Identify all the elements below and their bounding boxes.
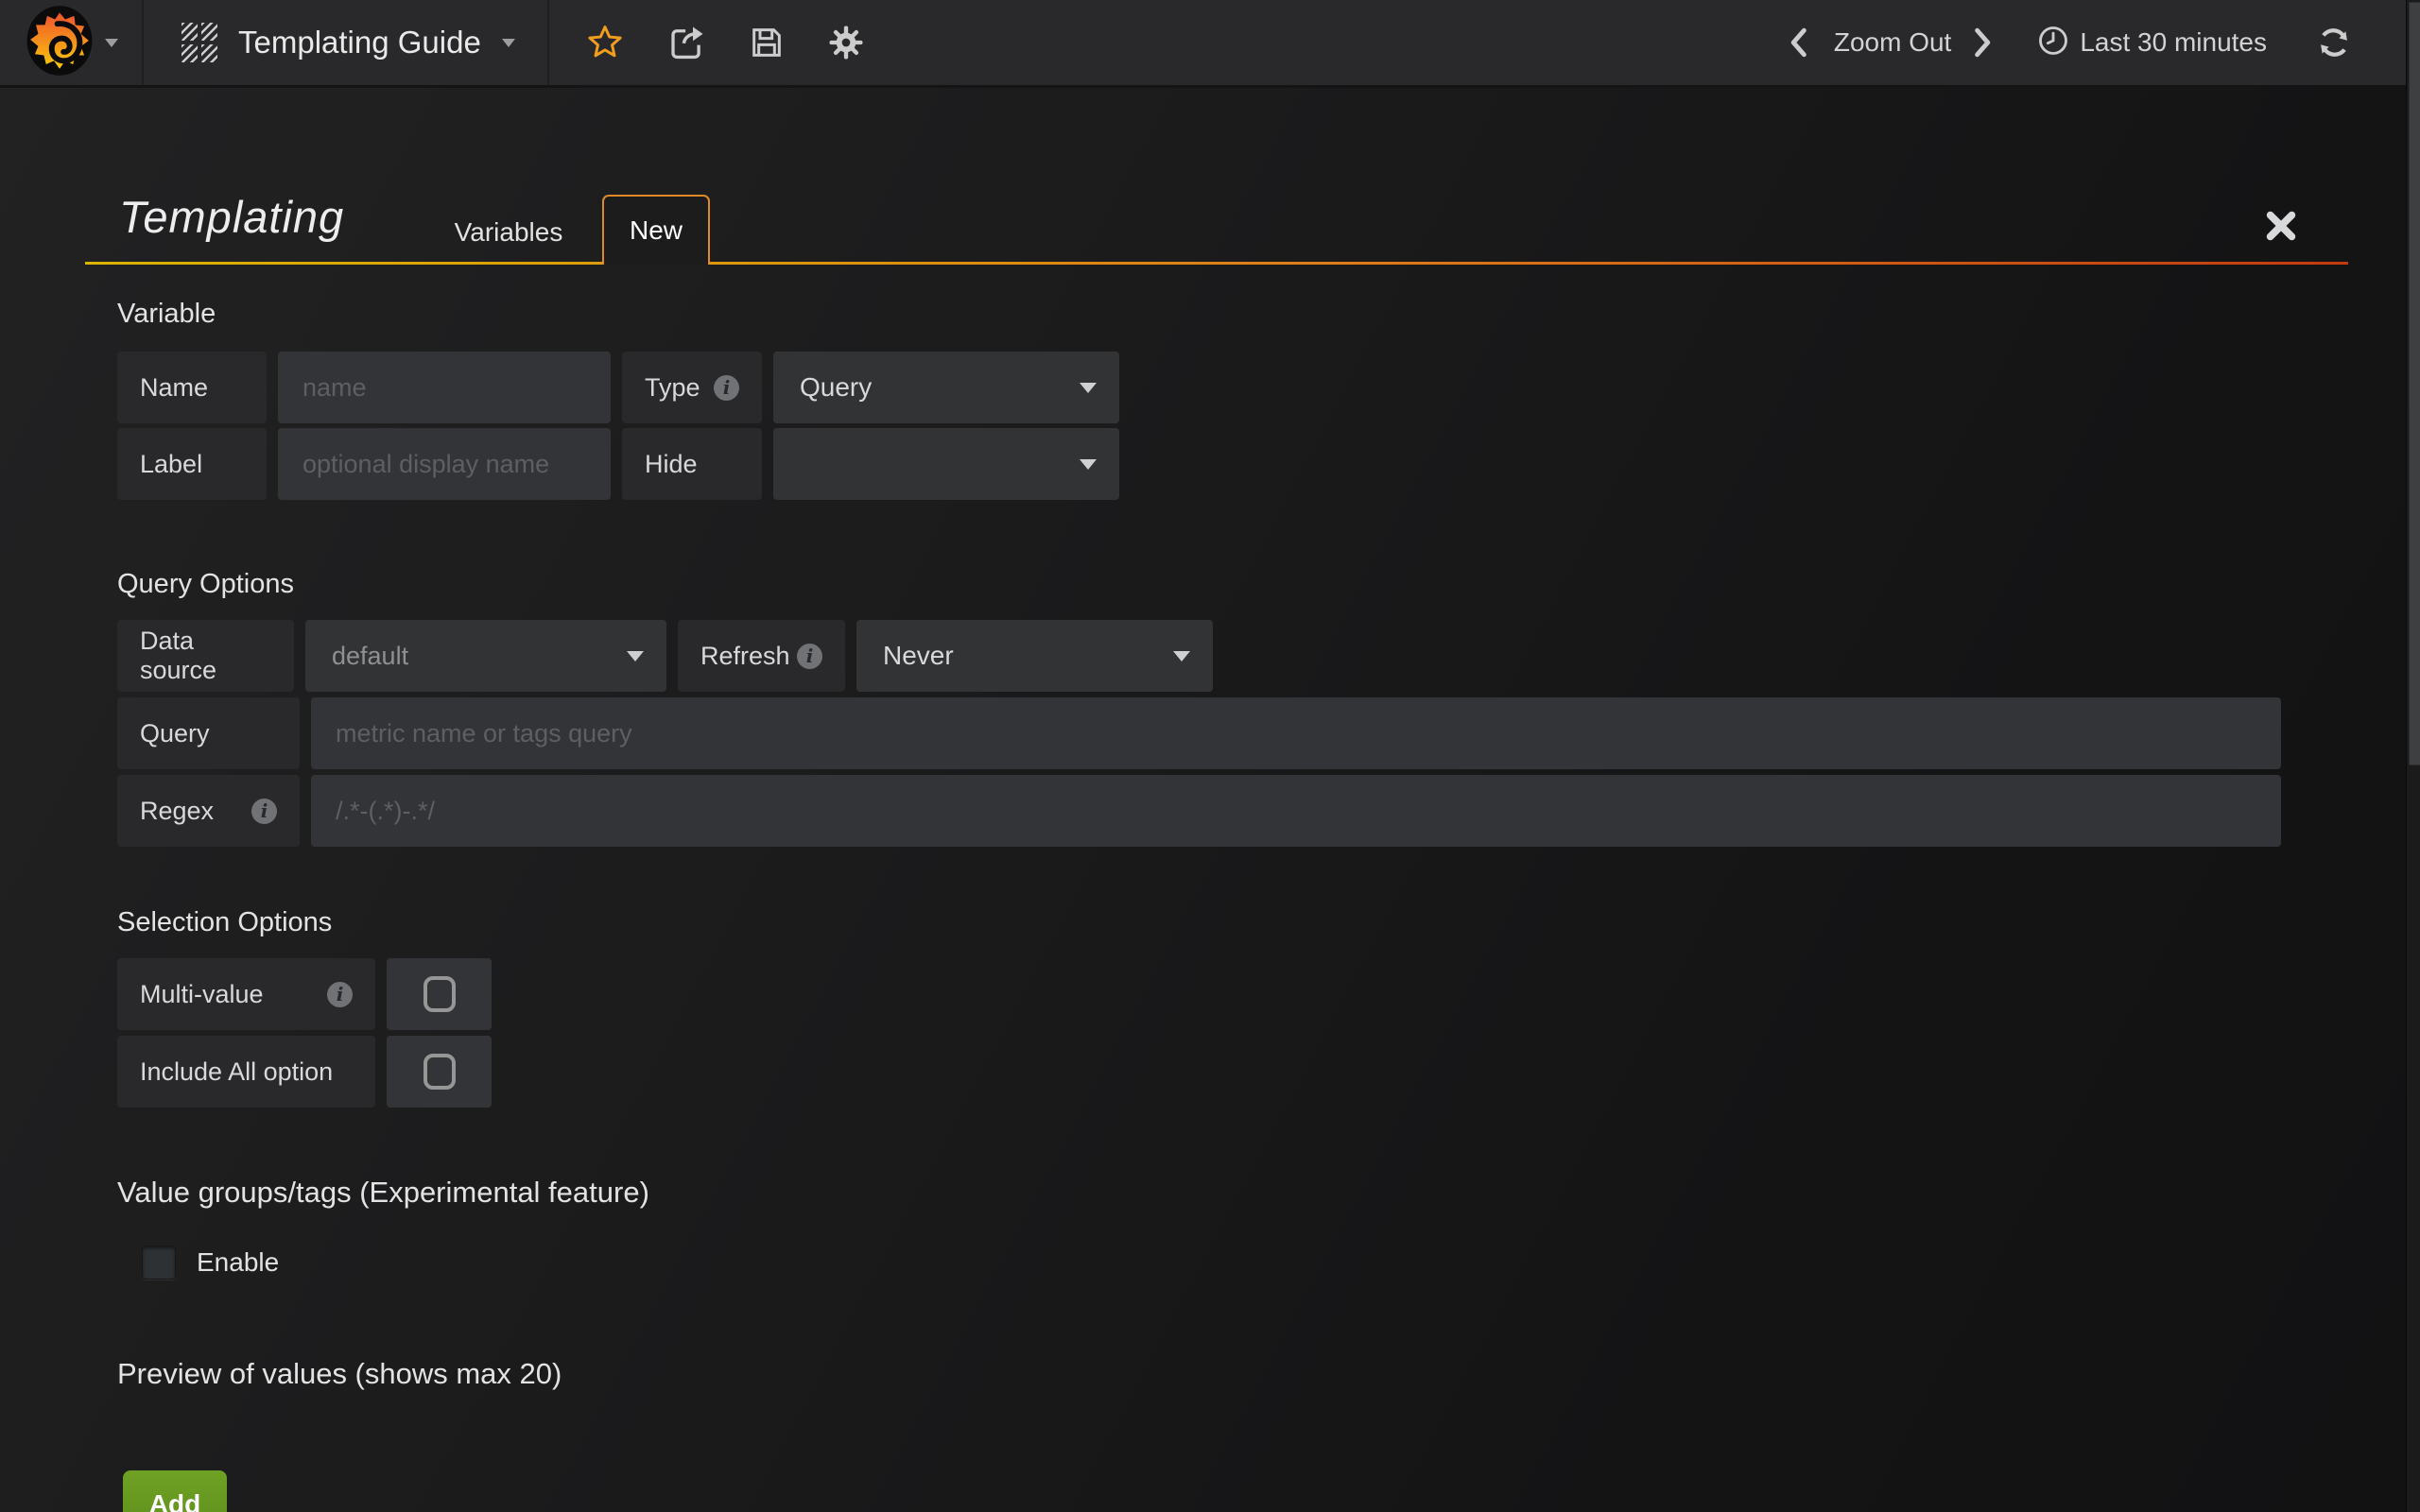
navbar-actions	[549, 23, 865, 62]
regex-input[interactable]	[311, 775, 2281, 847]
value-groups-heading: Value groups/tags (Experimental feature)	[117, 1176, 649, 1210]
multi-value-label: Multi-value i	[117, 958, 375, 1030]
name-label: Name	[117, 352, 267, 423]
grafana-logo-icon	[24, 3, 95, 83]
datasource-row: Data source default Refresh i Never	[117, 620, 1213, 692]
variable-label-row: Label Hide	[117, 428, 1119, 500]
grafana-menu-button[interactable]	[0, 0, 144, 85]
query-options-heading: Query Options	[117, 569, 294, 600]
top-navbar: Templating Guide	[0, 0, 2420, 88]
label-field-wrap	[278, 428, 611, 500]
chevron-down-icon	[1173, 651, 1190, 662]
variable-name-row: Name Type i Query	[117, 352, 1119, 423]
add-button[interactable]: Add	[123, 1470, 227, 1512]
info-icon[interactable]: i	[797, 644, 822, 669]
datasource-select[interactable]: default	[305, 620, 666, 692]
datasource-label: Data source	[117, 620, 294, 692]
include-all-row: Include All option	[117, 1036, 492, 1108]
tab-new[interactable]: New	[602, 195, 710, 265]
regex-row: Regex i	[117, 775, 2281, 847]
multi-value-row: Multi-value i	[117, 958, 492, 1030]
regex-label: Regex i	[117, 775, 300, 847]
include-all-checkbox[interactable]	[387, 1036, 492, 1108]
info-icon[interactable]: i	[251, 799, 277, 824]
dashboard-title: Templating Guide	[238, 25, 481, 60]
refresh-icon[interactable]	[2316, 25, 2352, 60]
page-title: Templating	[119, 191, 344, 243]
chevron-down-icon	[1080, 383, 1097, 393]
variable-heading: Variable	[117, 299, 216, 330]
info-icon[interactable]: i	[714, 375, 739, 401]
enable-label: Enable	[197, 1247, 279, 1278]
scrollbar-thumb[interactable]	[2409, 2, 2420, 765]
type-label: Type i	[622, 352, 762, 423]
include-all-label: Include All option	[117, 1036, 375, 1108]
dashboard-grid-icon	[182, 23, 217, 62]
chevron-down-icon	[502, 39, 515, 47]
label-label: Label	[117, 428, 267, 500]
type-select[interactable]: Query	[773, 352, 1119, 423]
query-label: Query	[117, 697, 300, 769]
query-row: Query	[117, 697, 2281, 769]
time-forward-button[interactable]	[1974, 27, 1993, 58]
multi-value-checkbox[interactable]	[387, 958, 492, 1030]
time-back-button[interactable]	[1789, 27, 1807, 58]
dashboard-title-dropdown[interactable]: Templating Guide	[144, 0, 549, 85]
chevron-down-icon	[105, 39, 118, 47]
query-input[interactable]	[311, 697, 2281, 769]
close-icon[interactable]	[2261, 206, 2301, 246]
star-icon[interactable]	[585, 23, 625, 62]
gear-icon[interactable]	[827, 24, 865, 61]
time-range-label: Last 30 minutes	[2080, 27, 2267, 58]
enable-checkbox[interactable]	[142, 1246, 176, 1280]
share-icon[interactable]	[666, 23, 706, 62]
tab-underline	[85, 262, 2348, 265]
preview-heading: Preview of values (shows max 20)	[117, 1357, 562, 1391]
navbar-time-controls: Zoom Out Last 30 minutes	[1789, 24, 2420, 62]
save-icon[interactable]	[748, 24, 786, 61]
clock-icon	[2036, 24, 2070, 62]
time-range-picker[interactable]: Last 30 minutes	[2036, 24, 2267, 62]
refresh-label: Refresh i	[678, 620, 845, 692]
hide-select[interactable]	[773, 428, 1119, 500]
grafana-templating-page: Templating Guide	[0, 0, 2420, 1512]
name-field-wrap	[278, 352, 611, 423]
label-input[interactable]	[278, 428, 611, 500]
query-field-wrap	[311, 697, 2281, 769]
name-input[interactable]	[278, 352, 611, 423]
enable-row: Enable	[142, 1246, 279, 1280]
chevron-down-icon	[627, 651, 644, 662]
checkbox-icon	[424, 976, 456, 1012]
chevron-down-icon	[1080, 459, 1097, 470]
hide-label: Hide	[622, 428, 762, 500]
tab-variables[interactable]: Variables	[442, 217, 575, 248]
info-icon[interactable]: i	[327, 982, 353, 1007]
zoom-out-button[interactable]: Zoom Out	[1834, 27, 1951, 58]
vertical-scrollbar[interactable]	[2406, 0, 2420, 1512]
selection-options-heading: Selection Options	[117, 907, 332, 938]
refresh-select[interactable]: Never	[856, 620, 1213, 692]
checkbox-icon	[424, 1054, 456, 1090]
regex-field-wrap	[311, 775, 2281, 847]
